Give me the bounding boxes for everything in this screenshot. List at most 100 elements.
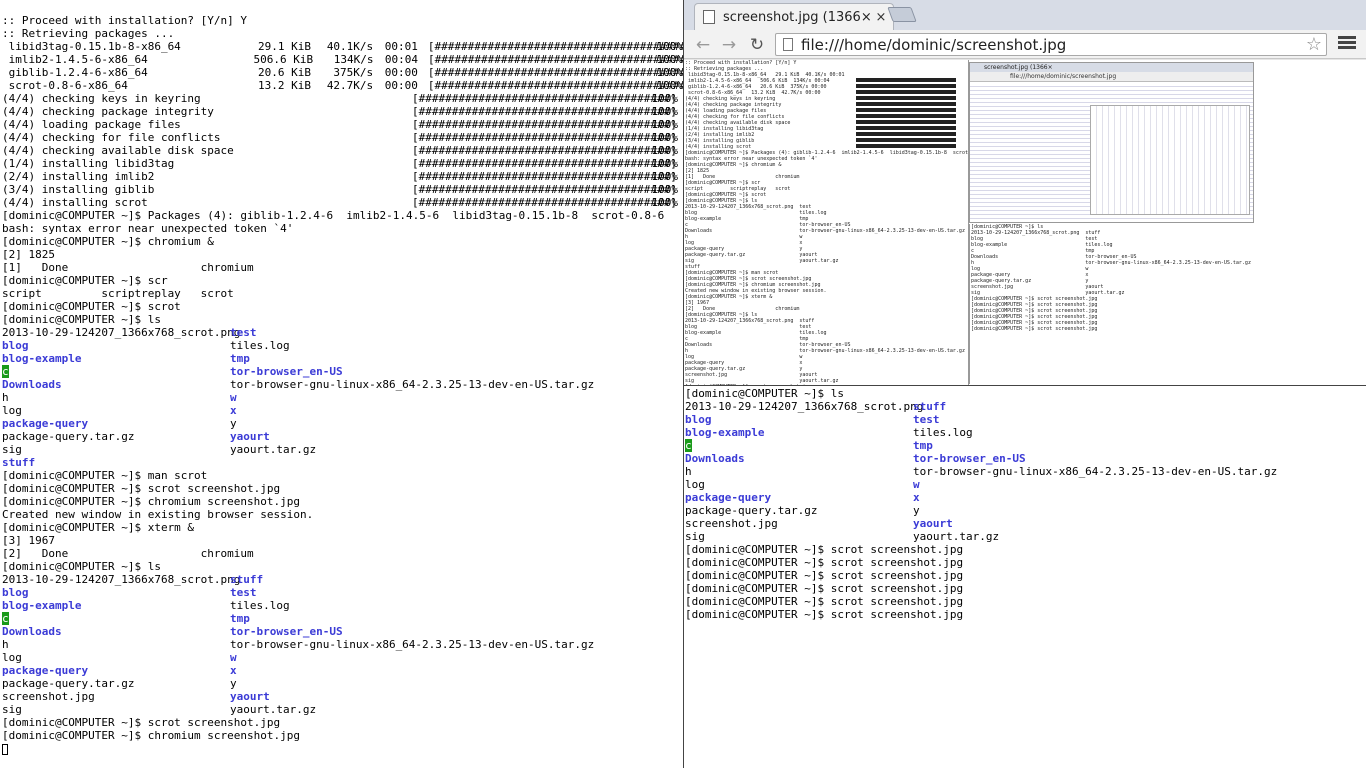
ls-entry: package-query.tar.gz xyxy=(685,504,818,517)
browser-toolbar: ← → ↻ file:///home/dominic/screenshot.jp… xyxy=(684,30,1366,59)
progress-percent: 100% xyxy=(651,157,679,170)
ls-row: log w xyxy=(2,651,683,664)
ls-entry: yaourt xyxy=(230,430,270,443)
terminal-line: [dominic@COMPUTER ~]$ Packages (4): gibl… xyxy=(2,209,665,222)
ls-row: blog-example tiles.log xyxy=(2,599,683,612)
ls-cell: log xyxy=(685,478,913,491)
ls-entry: x xyxy=(230,664,237,677)
right-terminal-window[interactable]: [dominic@COMPUTER ~]$ ls 2013-10-29-12420… xyxy=(684,387,1366,768)
ls-cell: package-query xyxy=(2,664,230,677)
ls-entry: yaourt xyxy=(230,690,270,703)
download-row: giblib-1.2.4-6-x86_64 20.6 KiB 375K/s 00:00… xyxy=(2,66,683,79)
ls-entry: blog-example xyxy=(2,352,82,365)
step-label: (4/4) checking keys in keyring xyxy=(2,92,201,105)
progress-bar: [######################################] xyxy=(427,66,683,79)
new-tab-button[interactable] xyxy=(887,7,917,22)
progress-percent: 100% xyxy=(651,92,679,105)
ls-entry: screenshot.jpg xyxy=(2,690,95,703)
ls-entry: sig xyxy=(2,443,22,456)
ls-entry: y xyxy=(913,504,920,517)
ls-entry: c xyxy=(2,612,9,625)
progress-bar: [######################################] xyxy=(412,157,677,170)
ls-entry: sig xyxy=(685,530,705,543)
ls-row: package-query.tar.gz y xyxy=(2,677,683,690)
ls-entry: stuff xyxy=(913,400,947,413)
ls-row: sig yaourt.tar.gz xyxy=(2,703,683,716)
bookmark-star-icon[interactable]: ☆ xyxy=(1302,34,1326,55)
terminal-line: [dominic@COMPUTER ~]$ chromium & xyxy=(2,235,214,248)
tab-title: screenshot.jpg (1366× xyxy=(723,9,872,25)
terminal-line: [dominic@COMPUTER ~]$ scrot screenshot.j… xyxy=(2,716,281,729)
download-time: 00:04 xyxy=(384,53,418,66)
ls-entry: y xyxy=(230,417,237,430)
favicon xyxy=(703,10,715,24)
ls-row: c tmp xyxy=(2,612,683,625)
thumbnail-content xyxy=(970,83,1253,222)
download-rate: 40.1K/s xyxy=(326,40,374,53)
ls-entry: sig xyxy=(2,703,22,716)
terminal-line: [dominic@COMPUTER ~]$ xterm & xyxy=(2,521,195,534)
download-row: libid3tag-0.15.1b-8-x86_64 29.1 KiB 40.1K/… xyxy=(2,40,683,53)
ls-row: blog test xyxy=(685,413,1366,426)
address-url[interactable]: file:///home/dominic/screenshot.jpg xyxy=(801,36,1302,54)
back-arrow-icon[interactable]: ← xyxy=(692,34,714,56)
terminal-line: [2] Done chromium xyxy=(2,547,254,560)
ls-entry: 2013-10-29-124207_1366x768_scrot.png xyxy=(2,326,241,339)
address-bar[interactable]: file:///home/dominic/screenshot.jpg ☆ xyxy=(775,33,1327,56)
ls-entry: yaourt.tar.gz xyxy=(230,703,317,716)
progress-percent: 100% xyxy=(656,79,683,92)
left-terminal-window[interactable]: :: Proceed with installation? [Y/n] Y:: … xyxy=(0,14,683,768)
package-name: libid3tag-0.15.1b-8-x86_64 xyxy=(2,40,181,53)
progress-bar: [######################################] xyxy=(427,79,683,92)
ls-entry: tor-browser_en-US xyxy=(230,365,343,378)
package-size: 13.2 KiB xyxy=(258,79,311,92)
ls-entry: package-query xyxy=(2,417,89,430)
progress-bar: [######################################] xyxy=(427,40,683,53)
progress-percent: 100% xyxy=(656,53,684,66)
ls-entry: package-query.tar.gz xyxy=(2,677,135,690)
terminal-line: [dominic@COMPUTER ~]$ scrot screenshot.j… xyxy=(2,482,281,495)
ls-row: blog-example tiles.log xyxy=(685,426,1366,439)
ls-row: h tor-browser-gnu-linux-x86_64-2.3.25-13-… xyxy=(685,465,1366,478)
ls-entry: w xyxy=(913,478,920,491)
terminal-line: [dominic@COMPUTER ~]$ scrot screenshot.j… xyxy=(685,582,964,595)
ls-entry: log xyxy=(2,404,22,417)
progress-percent: 100% xyxy=(656,40,683,53)
ls-entry: c xyxy=(685,439,692,452)
download-row: scrot-0.8-6-x86_64 13.2 KiB 42.7K/s 00:00 [#… xyxy=(2,79,683,92)
forward-arrow-icon[interactable]: → xyxy=(718,34,740,56)
terminal-line: [dominic@COMPUTER ~]$ ls xyxy=(2,560,161,573)
step-label: (4/4) checking package integrity xyxy=(2,105,214,118)
terminal-line: [dominic@COMPUTER ~]$ chromium screensho… xyxy=(2,495,301,508)
ls-row: package-query y xyxy=(2,417,683,430)
ls-entry: tiles.log xyxy=(230,339,290,352)
install-step: (4/4) checking package integrity [#######… xyxy=(2,105,683,118)
ls-row: screenshot.jpg yaourt xyxy=(685,517,1366,530)
ls-row: sig yaourt.tar.gz xyxy=(2,443,683,456)
step-label: (4/4) checking available disk space xyxy=(2,144,234,157)
ls-entry: tmp xyxy=(230,352,250,365)
package-name: imlib2-1.4.5-6-x86_64 xyxy=(2,53,148,66)
progress-percent: 100% xyxy=(651,196,679,209)
ls-entry: yaourt.tar.gz xyxy=(913,530,1000,543)
ls-cell: sig xyxy=(685,530,913,543)
ls-cell: blog xyxy=(2,586,230,599)
ls-row: 2013-10-29-124207_1366x768_scrot.png test xyxy=(2,326,683,339)
menu-icon[interactable] xyxy=(1338,36,1356,52)
ls-row: log x xyxy=(2,404,683,417)
ls-cell: 2013-10-29-124207_1366x768_scrot.png xyxy=(685,400,923,413)
install-step: (4/4) checking keys in keyring [#########… xyxy=(2,92,683,105)
tab-close-icon[interactable]: × xyxy=(873,10,889,25)
ls-row: c tmp xyxy=(685,439,1366,452)
browser-window[interactable]: screenshot.jpg (1366× × ← → ↻ file:///ho… xyxy=(684,0,1366,385)
progress-bar: [######################################] xyxy=(412,105,677,118)
terminal-line: [dominic@COMPUTER ~]$ scrot screenshot.j… xyxy=(685,569,964,582)
tab-screenshot[interactable]: screenshot.jpg (1366× × xyxy=(694,3,894,30)
progress-percent: 100% xyxy=(651,170,679,183)
terminal-line: [dominic@COMPUTER ~]$ scrot screenshot.j… xyxy=(685,595,964,608)
thumbnail-tab-title: screenshot.jpg (1366× xyxy=(970,63,1253,72)
terminal-line: [dominic@COMPUTER ~]$ scrot screenshot.j… xyxy=(685,543,964,556)
progress-percent: 100% xyxy=(656,66,683,79)
progress-percent: 100% xyxy=(651,131,679,144)
reload-icon[interactable]: ↻ xyxy=(746,34,768,56)
